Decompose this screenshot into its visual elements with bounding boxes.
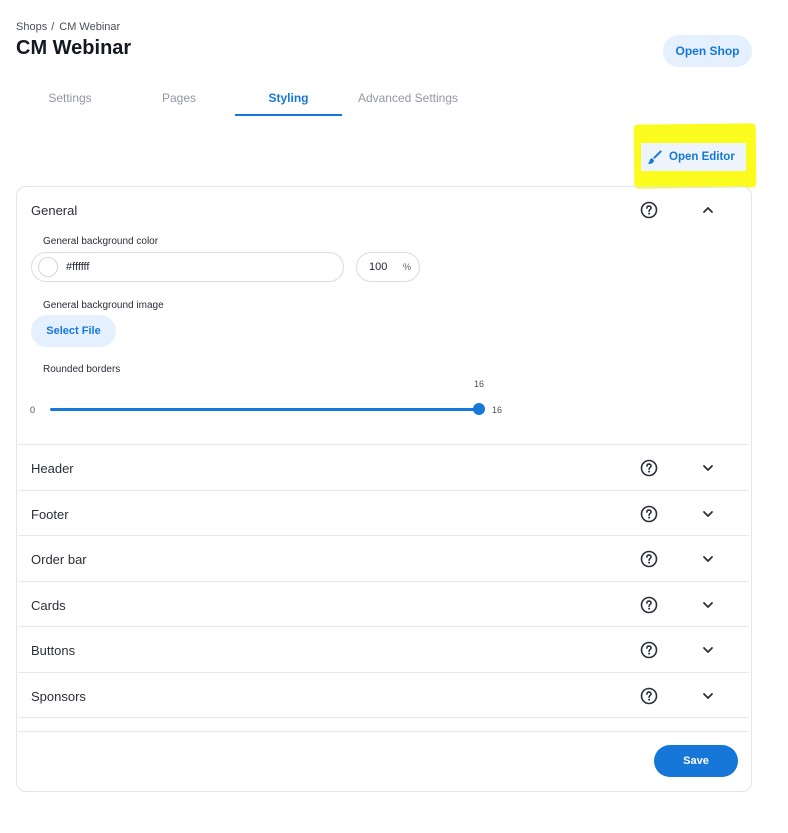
rounded-borders-slider[interactable] xyxy=(50,408,480,411)
section-title: Order bar xyxy=(31,551,87,567)
help-icon[interactable] xyxy=(640,687,658,705)
chevron-down-icon[interactable] xyxy=(701,689,715,703)
help-icon[interactable] xyxy=(640,201,658,219)
open-shop-button[interactable]: Open Shop xyxy=(663,35,752,67)
breadcrumb-separator: / xyxy=(51,21,55,33)
help-icon[interactable] xyxy=(640,459,658,477)
opacity-unit: % xyxy=(403,262,412,272)
breadcrumb-shops-link[interactable]: Shops xyxy=(16,21,47,33)
open-editor-button[interactable]: Open Editor xyxy=(641,143,746,171)
chevron-up-icon[interactable] xyxy=(701,203,715,217)
bg-color-label: General background color xyxy=(43,236,159,247)
section-header-header[interactable]: Header xyxy=(17,445,750,491)
paintbrush-icon xyxy=(645,148,663,166)
tab-styling[interactable]: Styling xyxy=(235,80,342,116)
open-editor-label: Open Editor xyxy=(669,151,735,163)
section-sponsors-header[interactable]: Sponsors xyxy=(17,673,750,719)
section-buttons-header[interactable]: Buttons xyxy=(17,627,750,673)
section-title: Header xyxy=(31,460,74,476)
help-icon[interactable] xyxy=(640,550,658,568)
tab-settings[interactable]: Settings xyxy=(16,80,124,116)
tab-advanced-settings[interactable]: Advanced Settings xyxy=(348,80,468,116)
chevron-down-icon[interactable] xyxy=(701,461,715,475)
section-divider xyxy=(18,717,749,718)
select-file-button[interactable]: Select File xyxy=(31,315,116,347)
tab-bar: Settings Pages Styling Advanced Settings xyxy=(16,80,476,116)
help-icon[interactable] xyxy=(640,596,658,614)
bg-image-label: General background image xyxy=(43,300,164,311)
section-general-header[interactable]: General xyxy=(17,187,750,233)
slider-thumb[interactable] xyxy=(473,403,485,415)
slider-max-label: 16 xyxy=(492,405,503,415)
chevron-down-icon[interactable] xyxy=(701,598,715,612)
help-icon[interactable] xyxy=(640,505,658,523)
chevron-down-icon[interactable] xyxy=(701,507,715,521)
slider-current-value: 16 xyxy=(474,379,485,389)
color-swatch[interactable] xyxy=(38,257,58,277)
bg-color-field[interactable]: #ffffff xyxy=(31,252,344,282)
section-title: Buttons xyxy=(31,642,76,658)
help-icon[interactable] xyxy=(640,641,658,659)
page-title: CM Webinar xyxy=(16,37,132,59)
section-title: Cards xyxy=(31,597,66,613)
section-title: Footer xyxy=(31,506,69,522)
opacity-value: 100 xyxy=(369,261,388,273)
styling-panel: General General background color #ffffff… xyxy=(16,186,752,792)
breadcrumb-current: CM Webinar xyxy=(59,21,121,33)
breadcrumb: Shops / CM Webinar xyxy=(16,21,120,33)
bg-color-value: #ffffff xyxy=(66,261,90,273)
slider-min-label: 0 xyxy=(30,405,36,415)
section-title: General xyxy=(31,202,78,218)
save-button[interactable]: Save xyxy=(654,745,738,777)
chevron-down-icon[interactable] xyxy=(701,643,715,657)
section-order-bar-header[interactable]: Order bar xyxy=(17,536,750,582)
tab-pages[interactable]: Pages xyxy=(124,80,234,116)
opacity-field[interactable]: 100 % xyxy=(356,252,420,282)
rounded-borders-label: Rounded borders xyxy=(43,364,121,375)
chevron-down-icon[interactable] xyxy=(701,552,715,566)
footer-divider xyxy=(18,731,749,732)
section-footer-header[interactable]: Footer xyxy=(17,491,750,537)
section-title: Sponsors xyxy=(31,688,86,704)
section-cards-header[interactable]: Cards xyxy=(17,582,750,628)
